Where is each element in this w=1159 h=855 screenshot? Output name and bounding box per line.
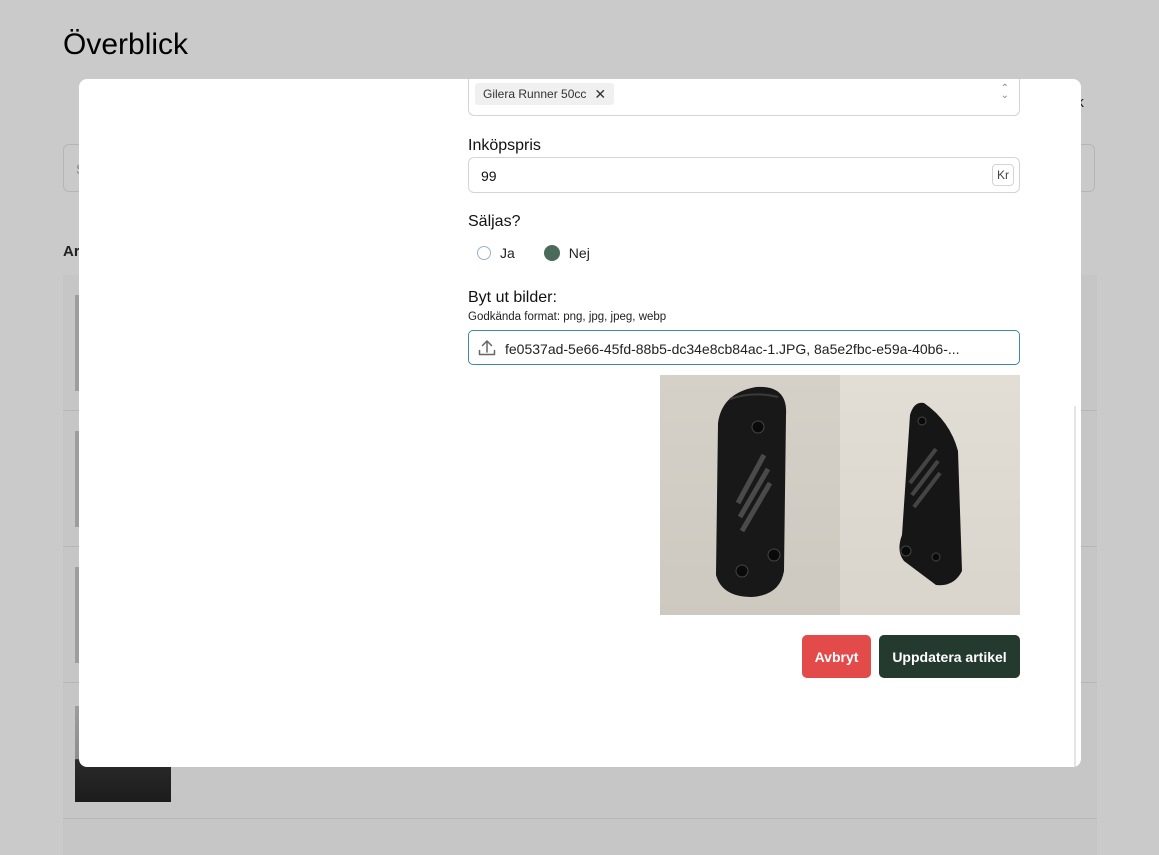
format-hint: Godkända format: png, jpg, jpeg, webp	[468, 311, 667, 323]
edit-article-modal: Gilera Runner 50cc ✕ ⌃ ⌄ Inköpspris 99 Kr…	[79, 79, 1081, 767]
model-chip-label: Gilera Runner 50cc	[483, 87, 587, 101]
update-article-button[interactable]: Uppdatera artikel	[879, 635, 1020, 678]
for-sale-radio-group: Ja Nej	[477, 245, 619, 261]
remove-chip-icon[interactable]: ✕	[594, 86, 606, 103]
price-input[interactable]: 99 Kr	[468, 157, 1020, 193]
image-preview	[660, 375, 1020, 615]
model-multiselect[interactable]: Gilera Runner 50cc ✕ ⌃ ⌄	[468, 79, 1020, 116]
price-label: Inköpspris	[468, 137, 541, 154]
radio-button-ja[interactable]	[477, 246, 491, 260]
price-value: 99	[481, 168, 497, 184]
radio-button-nej[interactable]	[543, 245, 560, 261]
page-title: Överblick	[63, 28, 189, 61]
selected-files-text: fe0537ad-5e66-45fd-88b5-dc34e8cb84ac-1.J…	[505, 341, 960, 357]
upload-icon	[478, 340, 496, 356]
image-file-input[interactable]: fe0537ad-5e66-45fd-88b5-dc34e8cb84ac-1.J…	[468, 330, 1020, 365]
radio-label-ja: Ja	[500, 245, 515, 261]
model-chip: Gilera Runner 50cc ✕	[475, 83, 615, 105]
currency-unit: Kr	[992, 164, 1014, 186]
modal-scrollbar[interactable]	[1074, 406, 1076, 767]
updown-chevron-icon[interactable]: ⌃ ⌄	[1001, 84, 1009, 101]
preview-image	[660, 375, 840, 615]
preview-image	[840, 375, 1020, 615]
radio-option-nej[interactable]: Nej	[543, 245, 590, 261]
section-heading: Ar	[63, 243, 80, 260]
radio-option-ja[interactable]: Ja	[477, 245, 515, 261]
images-label: Byt ut bilder:	[468, 289, 557, 306]
radio-label-nej: Nej	[568, 245, 590, 261]
for-sale-label: Säljas?	[468, 213, 521, 230]
cancel-button[interactable]: Avbryt	[802, 635, 871, 678]
